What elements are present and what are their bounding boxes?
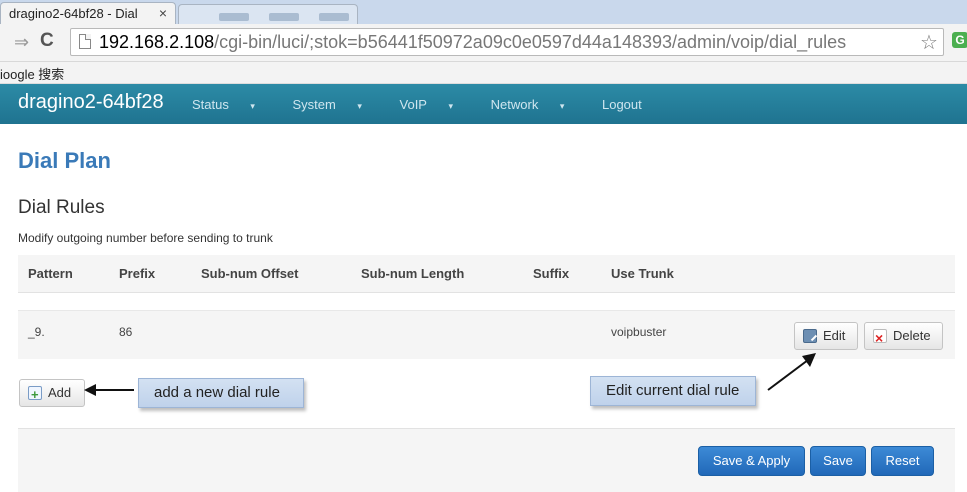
brand-name[interactable]: dragino2-64bf28 (18, 91, 164, 114)
section-description: Modify outgoing number before sending to… (18, 231, 273, 245)
edit-button-label: Edit (823, 328, 846, 343)
cell-use-trunk: voipbuster (611, 325, 667, 339)
browser-tabstrip: dragino2-64bf28 - Dial × (0, 0, 967, 24)
cell-prefix: 86 (119, 325, 133, 339)
extension-icon[interactable]: G (952, 32, 967, 48)
top-navbar: dragino2-64bf28 Status ▾ System ▾ VoIP ▾… (0, 84, 967, 124)
menu-network-label: Network (490, 97, 539, 112)
edit-icon (803, 329, 817, 343)
bookmarks-bar: ioogle 搜索 (0, 62, 967, 84)
delete-button-label: Delete (893, 328, 931, 343)
address-bar[interactable]: 192.168.2.108/cgi-bin/luci/;stok=b56441f… (70, 28, 944, 56)
tab-close-icon[interactable]: × (159, 5, 167, 21)
column-suffix: Suffix (533, 266, 570, 281)
browser-tab[interactable]: dragino2-64bf28 - Dial × (0, 2, 176, 24)
add-rule-callout: add a new dial rule (138, 378, 304, 408)
add-button-label: Add (48, 385, 72, 400)
column-subnum-length: Sub-num Length (361, 266, 465, 281)
forward-arrow-icon[interactable]: ⇒ (14, 32, 29, 53)
browser-tab-new[interactable] (178, 4, 358, 24)
cell-pattern: _9. (28, 325, 45, 339)
reload-icon[interactable]: C (40, 30, 54, 52)
save-button[interactable]: Save (810, 446, 866, 476)
column-use-trunk: Use Trunk (611, 266, 674, 281)
url-host: 192.168.2.108 (99, 32, 215, 52)
menu-system[interactable]: System ▾ (293, 97, 379, 112)
column-pattern: Pattern (28, 266, 73, 281)
table-spacer (18, 293, 955, 311)
arrow-left-icon (84, 384, 134, 396)
menu-system-label: System (292, 97, 336, 112)
caret-down-icon: ▾ (445, 101, 454, 111)
tab-title: dragino2-64bf28 - Dial (9, 6, 138, 21)
caret-down-icon: ▾ (557, 101, 565, 111)
blurred-text (269, 13, 299, 21)
arrow-up-right-icon (767, 353, 816, 391)
bookmark-star-icon[interactable]: ☆ (920, 30, 938, 55)
delete-icon (873, 325, 887, 351)
menu-status-label: Status (192, 97, 229, 112)
menu-logout[interactable]: Logout (602, 97, 642, 112)
save-apply-button[interactable]: Save & Apply (698, 446, 805, 476)
add-icon (28, 382, 42, 408)
menu-voip-label: VoIP (399, 97, 427, 112)
bookmark-google-search[interactable]: ioogle 搜索 (0, 67, 64, 82)
table-header: Pattern Prefix Sub-num Offset Sub-num Le… (18, 255, 955, 293)
blurred-text (219, 13, 249, 21)
url-path: /cgi-bin/luci/;stok=b56441f50972a09c0e05… (214, 32, 847, 52)
main-menu: Status ▾ System ▾ VoIP ▾ Network ▾ Logou… (192, 97, 659, 112)
add-button[interactable]: Add (19, 379, 85, 408)
caret-down-icon: ▾ (354, 101, 362, 111)
column-subnum-offset: Sub-num Offset (201, 266, 299, 281)
menu-voip[interactable]: VoIP ▾ (400, 97, 471, 112)
menu-network[interactable]: Network ▾ (491, 97, 582, 112)
menu-status[interactable]: Status ▾ (192, 97, 272, 112)
reset-button[interactable]: Reset (871, 446, 934, 476)
edit-button[interactable]: Edit (794, 322, 858, 350)
page-icon (79, 34, 91, 49)
blurred-text (319, 13, 349, 21)
delete-button[interactable]: Delete (864, 322, 943, 351)
page-title: Dial Plan (18, 148, 111, 173)
caret-down-icon: ▾ (247, 101, 255, 111)
screen: dragino2-64bf28 - Dial × ⇒ C 192.168.2.1… (0, 0, 967, 492)
column-prefix: Prefix (119, 266, 156, 281)
browser-toolbar: ⇒ C 192.168.2.108/cgi-bin/luci/;stok=b56… (0, 24, 967, 62)
section-title: Dial Rules (18, 197, 105, 218)
edit-rule-callout: Edit current dial rule (590, 376, 756, 406)
